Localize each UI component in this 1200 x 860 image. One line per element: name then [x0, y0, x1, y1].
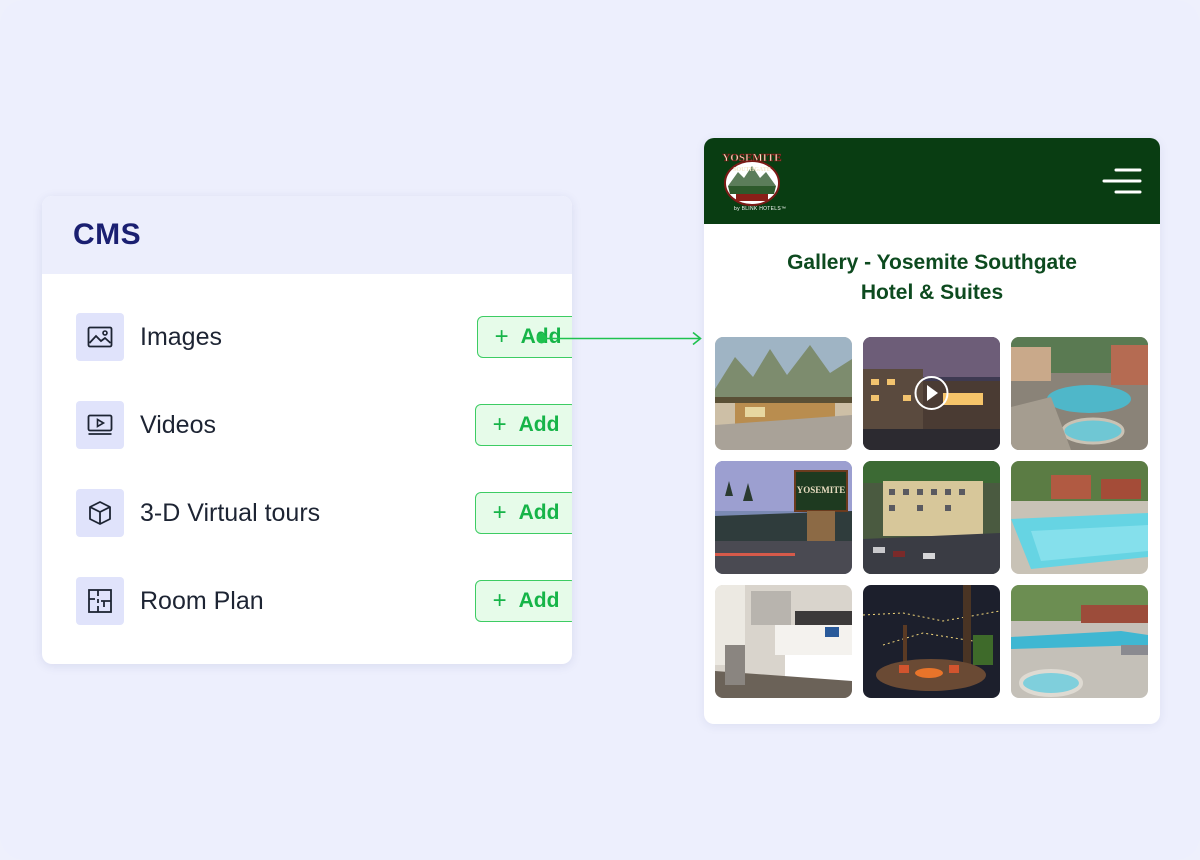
video-icon — [76, 401, 124, 449]
pool-jacuzzi-photo[interactable] — [1011, 585, 1148, 698]
logo-subtext: SOUTHGATE — [733, 167, 771, 173]
floor-plan-icon — [76, 577, 124, 625]
cms-row-images: Images + Add — [76, 313, 572, 361]
website-preview: YOSEMITE SOUTHGATE by BLINK HOTELS™ Gall… — [704, 138, 1160, 724]
add-room-plan-button[interactable]: + Add — [475, 580, 572, 622]
cube-icon — [76, 489, 124, 537]
logo-tagline: by BLINK HOTELS™ — [734, 206, 787, 212]
image-icon — [76, 313, 124, 361]
cms-header: CMS — [42, 196, 572, 274]
hotel-logo: YOSEMITE SOUTHGATE — [722, 152, 782, 206]
add-button-label: Add — [518, 413, 560, 436]
svg-text:YOSEMITE: YOSEMITE — [797, 485, 846, 495]
cms-row-label: Images — [140, 322, 222, 351]
connector-arrow — [536, 331, 702, 346]
cms-row-videos: Videos + Add — [76, 401, 572, 449]
cms-row-label: 3-D Virtual tours — [140, 498, 321, 527]
gallery-title: Gallery - Yosemite Southgate Hotel & Sui… — [704, 248, 1160, 308]
plus-icon: + — [492, 499, 507, 526]
site-header: YOSEMITE SOUTHGATE by BLINK HOTELS™ — [704, 138, 1160, 224]
plus-icon: + — [492, 587, 507, 614]
canvas: CMS Images + Add — [0, 0, 1200, 860]
cms-panel: CMS Images + Add — [42, 196, 572, 664]
hotel-aerial-photo[interactable] — [863, 461, 1000, 574]
add-videos-button[interactable]: + Add — [475, 404, 572, 446]
cms-row-room-plan: Room Plan + Add — [76, 577, 572, 625]
logo-text: YOSEMITE — [722, 152, 781, 164]
cms-row-label: Room Plan — [140, 586, 264, 615]
cms-row-virtual-tours: 3-D Virtual tours + Add — [76, 489, 572, 537]
hot-tub-photo[interactable] — [1011, 337, 1148, 450]
gallery-title-line: Hotel & Suites — [860, 281, 1004, 304]
fire-pit-photo[interactable] — [863, 585, 1000, 698]
cms-row-label: Videos — [140, 410, 216, 439]
add-button-label: Add — [518, 589, 560, 612]
lobby-mural-photo[interactable] — [715, 337, 852, 450]
hamburger-menu-icon[interactable] — [1102, 166, 1142, 196]
hotel-night-exterior-video[interactable] — [863, 337, 1000, 450]
pool-photo[interactable] — [1011, 461, 1148, 574]
plus-icon: + — [492, 411, 507, 438]
guest-room-photo[interactable] — [715, 585, 852, 698]
cms-title: CMS — [73, 218, 142, 251]
add-button-label: Add — [518, 501, 560, 524]
gallery-title-line: Gallery - Yosemite Southgate — [787, 251, 1077, 274]
hotel-sign-photo[interactable]: YOSEMITE — [715, 461, 852, 574]
add-virtual-tour-button[interactable]: + Add — [475, 492, 572, 534]
plus-icon: + — [494, 323, 509, 350]
photo-grid: YOSEMITE — [715, 337, 1148, 698]
